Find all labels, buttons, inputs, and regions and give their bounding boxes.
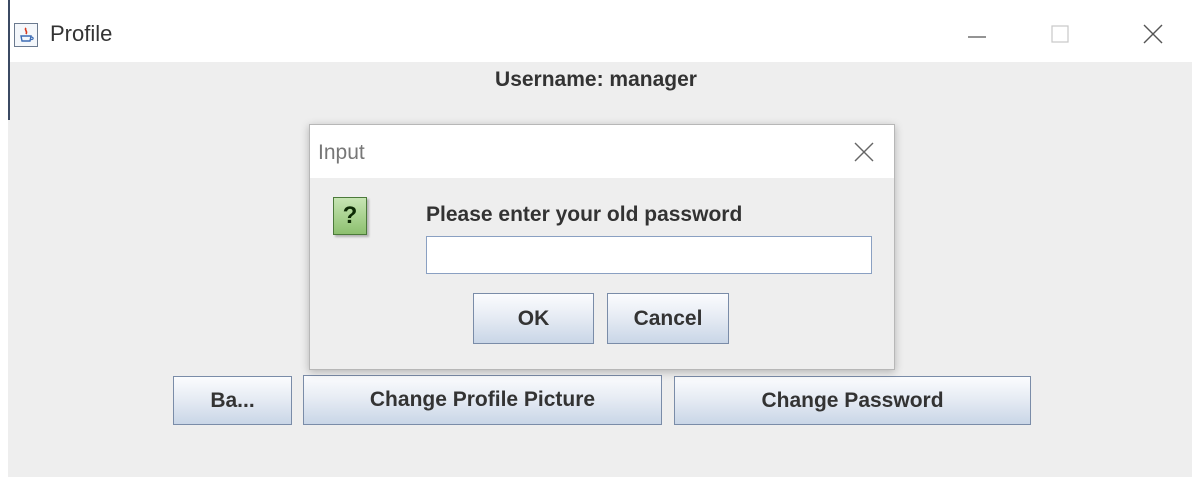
close-icon — [1143, 24, 1163, 44]
cancel-button[interactable]: Cancel — [607, 293, 729, 344]
change-password-button[interactable]: Change Password — [674, 376, 1031, 425]
back-button[interactable]: Ba... — [173, 376, 292, 425]
close-icon — [854, 142, 874, 162]
input-dialog: Input ? Please enter your old password O… — [309, 124, 895, 370]
question-icon: ? — [333, 197, 367, 235]
dialog-close-button[interactable] — [844, 135, 884, 169]
minimize-icon — [968, 36, 986, 38]
maximize-icon — [1051, 25, 1069, 43]
dialog-prompt: Please enter your old password — [426, 203, 743, 226]
ok-button[interactable]: OK — [473, 293, 594, 344]
dialog-title: Input — [318, 141, 365, 164]
dialog-title-bar[interactable]: Input — [310, 125, 894, 178]
title-bar[interactable]: Profile — [8, 0, 1192, 62]
close-button[interactable] — [1130, 14, 1176, 54]
maximize-button[interactable] — [1037, 14, 1083, 54]
window-title: Profile — [50, 21, 113, 46]
change-profile-picture-button[interactable]: Change Profile Picture — [303, 375, 662, 425]
old-password-input[interactable] — [426, 236, 872, 274]
username-label: Username: manager — [495, 68, 697, 91]
java-app-icon — [14, 23, 38, 47]
minimize-button[interactable] — [954, 14, 1000, 54]
window-edge — [8, 0, 10, 120]
